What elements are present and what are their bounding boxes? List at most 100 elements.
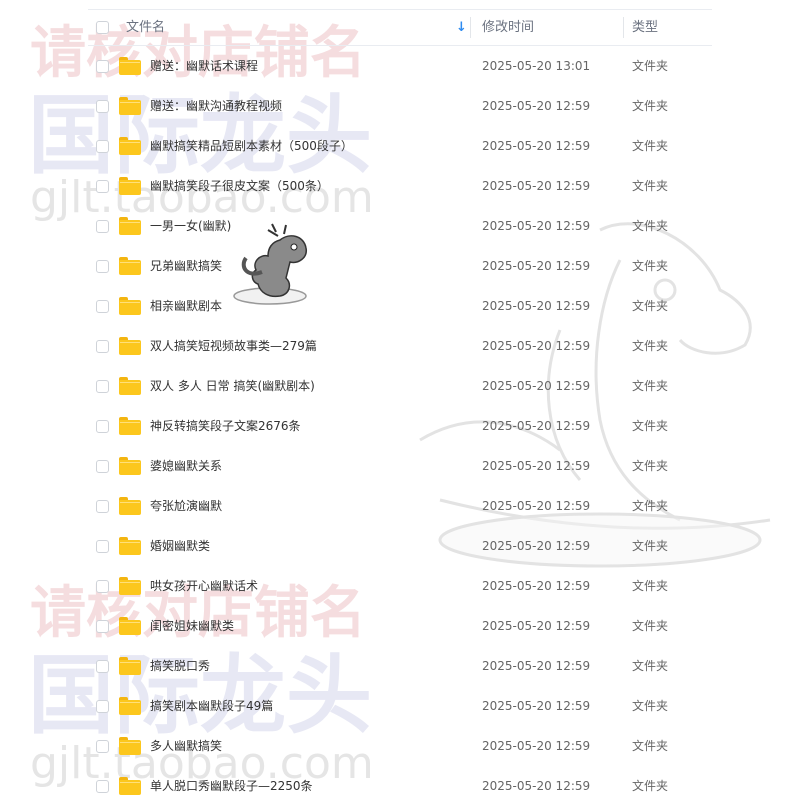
folder-icon[interactable] [119, 57, 141, 75]
row-checkbox[interactable] [96, 660, 109, 673]
folder-icon[interactable] [119, 737, 141, 755]
row-checkbox[interactable] [96, 740, 109, 753]
row-checkbox[interactable] [96, 540, 109, 553]
row-checkbox[interactable] [96, 620, 109, 633]
row-checkbox[interactable] [96, 140, 109, 153]
file-modified-time: 2025-05-20 12:59 [482, 619, 591, 633]
file-name[interactable]: 兄弟幽默搞笑 [150, 246, 222, 286]
row-checkbox[interactable] [96, 100, 109, 113]
file-type: 文件夹 [632, 779, 669, 793]
folder-icon[interactable] [119, 657, 141, 675]
column-header-type[interactable]: 类型 [632, 10, 658, 45]
file-row[interactable]: 神反转搞笑段子文案2676条 2025-05-20 12:59 文件夹 [88, 406, 712, 446]
file-row[interactable]: 双人搞笑短视频故事类—279篇 2025-05-20 12:59 文件夹 [88, 326, 712, 366]
file-row[interactable]: 婆媳幽默关系 2025-05-20 12:59 文件夹 [88, 446, 712, 486]
file-modified-time: 2025-05-20 12:59 [482, 499, 591, 513]
file-name[interactable]: 神反转搞笑段子文案2676条 [150, 406, 301, 446]
file-row[interactable]: 双人 多人 日常 搞笑(幽默剧本) 2025-05-20 12:59 文件夹 [88, 366, 712, 406]
file-type: 文件夹 [632, 539, 669, 553]
row-checkbox[interactable] [96, 580, 109, 593]
folder-icon[interactable] [119, 217, 141, 235]
file-type: 文件夹 [632, 619, 669, 633]
row-checkbox[interactable] [96, 220, 109, 233]
column-divider[interactable] [623, 17, 624, 38]
file-name[interactable]: 夸张尬演幽默 [150, 486, 222, 526]
file-name[interactable]: 双人搞笑短视频故事类—279篇 [150, 326, 317, 366]
file-name[interactable]: 哄女孩开心幽默话术 [150, 566, 258, 606]
file-type: 文件夹 [632, 659, 669, 673]
folder-icon[interactable] [119, 137, 141, 155]
file-name[interactable]: 多人幽默搞笑 [150, 726, 222, 766]
folder-icon[interactable] [119, 337, 141, 355]
file-row[interactable]: 闺密姐妹幽默类 2025-05-20 12:59 文件夹 [88, 606, 712, 646]
folder-icon[interactable] [119, 617, 141, 635]
folder-icon[interactable] [119, 497, 141, 515]
file-row[interactable]: 单人脱口秀幽默段子—2250条 2025-05-20 12:59 文件夹 [88, 766, 712, 806]
row-checkbox[interactable] [96, 260, 109, 273]
folder-icon[interactable] [119, 297, 141, 315]
column-header-modified[interactable]: 修改时间 [482, 10, 534, 45]
row-checkbox[interactable] [96, 60, 109, 73]
row-checkbox[interactable] [96, 340, 109, 353]
row-checkbox[interactable] [96, 300, 109, 313]
sort-arrow-icon[interactable]: ↓ [456, 10, 467, 45]
file-modified-time: 2025-05-20 12:59 [482, 219, 591, 233]
row-checkbox[interactable] [96, 460, 109, 473]
folder-icon[interactable] [119, 177, 141, 195]
folder-icon[interactable] [119, 457, 141, 475]
file-name[interactable]: 幽默搞笑精品短剧本素材（500段子） [150, 126, 353, 166]
folder-icon[interactable] [119, 417, 141, 435]
file-name[interactable]: 搞笑剧本幽默段子49篇 [150, 686, 273, 726]
file-type: 文件夹 [632, 139, 669, 153]
file-row[interactable]: 赠送：幽默话术课程 2025-05-20 13:01 文件夹 [88, 46, 712, 86]
column-divider[interactable] [470, 17, 471, 38]
folder-icon[interactable] [119, 697, 141, 715]
file-name[interactable]: 婆媳幽默关系 [150, 446, 222, 486]
file-type: 文件夹 [632, 499, 669, 513]
file-name[interactable]: 相亲幽默剧本 [150, 286, 222, 326]
folder-icon[interactable] [119, 257, 141, 275]
file-name[interactable]: 闺密姐妹幽默类 [150, 606, 234, 646]
file-row[interactable]: 夸张尬演幽默 2025-05-20 12:59 文件夹 [88, 486, 712, 526]
file-row[interactable]: 一男一女(幽默) 2025-05-20 12:59 文件夹 [88, 206, 712, 246]
file-row[interactable]: 婚姻幽默类 2025-05-20 12:59 文件夹 [88, 526, 712, 566]
folder-icon[interactable] [119, 97, 141, 115]
file-name[interactable]: 婚姻幽默类 [150, 526, 210, 566]
file-name[interactable]: 赠送：幽默沟通教程视频 [150, 86, 282, 126]
row-checkbox[interactable] [96, 420, 109, 433]
file-type: 文件夹 [632, 699, 669, 713]
row-checkbox[interactable] [96, 700, 109, 713]
file-name[interactable]: 搞笑脱口秀 [150, 646, 210, 686]
file-row[interactable]: 搞笑剧本幽默段子49篇 2025-05-20 12:59 文件夹 [88, 686, 712, 726]
file-name[interactable]: 幽默搞笑段子很皮文案（500条） [150, 166, 329, 206]
folder-icon[interactable] [119, 777, 141, 795]
file-row[interactable]: 幽默搞笑段子很皮文案（500条） 2025-05-20 12:59 文件夹 [88, 166, 712, 206]
file-row[interactable]: 赠送：幽默沟通教程视频 2025-05-20 12:59 文件夹 [88, 86, 712, 126]
file-row[interactable]: 搞笑脱口秀 2025-05-20 12:59 文件夹 [88, 646, 712, 686]
file-type: 文件夹 [632, 739, 669, 753]
file-row[interactable]: 哄女孩开心幽默话术 2025-05-20 12:59 文件夹 [88, 566, 712, 606]
file-modified-time: 2025-05-20 12:59 [482, 299, 591, 313]
file-name[interactable]: 双人 多人 日常 搞笑(幽默剧本) [150, 366, 315, 406]
file-modified-time: 2025-05-20 12:59 [482, 699, 591, 713]
folder-icon[interactable] [119, 577, 141, 595]
file-modified-time: 2025-05-20 12:59 [482, 379, 591, 393]
column-header-name[interactable]: 文件名 [126, 10, 165, 45]
file-name[interactable]: 一男一女(幽默) [150, 206, 231, 246]
file-modified-time: 2025-05-20 12:59 [482, 179, 591, 193]
select-all-checkbox[interactable] [96, 21, 109, 34]
row-checkbox[interactable] [96, 780, 109, 793]
file-row[interactable]: 幽默搞笑精品短剧本素材（500段子） 2025-05-20 12:59 文件夹 [88, 126, 712, 166]
folder-icon[interactable] [119, 377, 141, 395]
file-row[interactable]: 兄弟幽默搞笑 2025-05-20 12:59 文件夹 [88, 246, 712, 286]
file-modified-time: 2025-05-20 12:59 [482, 419, 591, 433]
file-row[interactable]: 相亲幽默剧本 2025-05-20 12:59 文件夹 [88, 286, 712, 326]
file-modified-time: 2025-05-20 12:59 [482, 779, 591, 793]
row-checkbox[interactable] [96, 180, 109, 193]
file-name[interactable]: 赠送：幽默话术课程 [150, 46, 258, 86]
folder-icon[interactable] [119, 537, 141, 555]
row-checkbox[interactable] [96, 500, 109, 513]
file-row[interactable]: 多人幽默搞笑 2025-05-20 12:59 文件夹 [88, 726, 712, 766]
file-name[interactable]: 单人脱口秀幽默段子—2250条 [150, 766, 313, 806]
row-checkbox[interactable] [96, 380, 109, 393]
